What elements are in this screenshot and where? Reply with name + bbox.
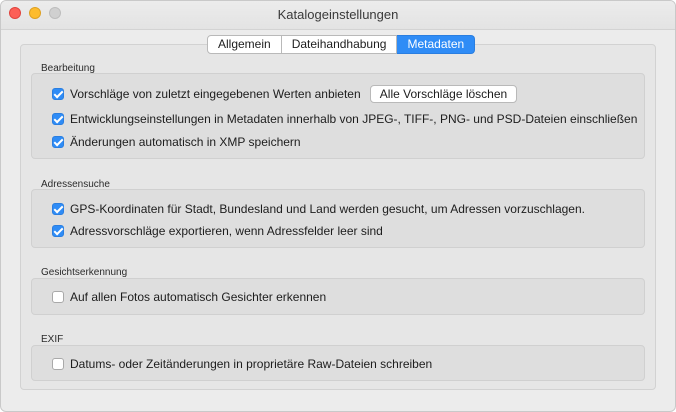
group-gesichtserkennung: Auf allen Fotos automatisch Gesichter er… [31, 278, 645, 315]
title-bar[interactable]: Katalogeinstellungen [1, 1, 675, 30]
tab-allgemein[interactable]: Allgemein [207, 35, 282, 54]
checkbox-label-develop-settings: Entwicklungseinstellungen in Metadaten i… [70, 112, 638, 126]
checkbox-row-export-address[interactable]: Adressvorschläge exportieren, wenn Adres… [52, 223, 383, 239]
checkbox-raw-date[interactable] [52, 358, 64, 370]
checkbox-suggestions[interactable] [52, 88, 64, 100]
checkbox-label-auto-xmp: Änderungen automatisch in XMP speichern [70, 135, 301, 149]
checkbox-gps-lookup[interactable] [52, 203, 64, 215]
section-label-exif: EXIF [41, 334, 64, 345]
checkbox-auto-xmp[interactable] [52, 136, 64, 148]
checkbox-export-address[interactable] [52, 225, 64, 237]
checkbox-label-suggestions: Vorschläge von zuletzt eingegebenen Wert… [70, 87, 361, 101]
group-bearbeitung: Vorschläge von zuletzt eingegebenen Wert… [31, 73, 645, 159]
group-adressensuche: GPS-Koordinaten für Stadt, Bundesland un… [31, 189, 645, 248]
checkbox-row-raw-date[interactable]: Datums- oder Zeitänderungen in proprietä… [52, 356, 432, 372]
checkbox-row-face-detection[interactable]: Auf allen Fotos automatisch Gesichter er… [52, 289, 326, 305]
checkbox-label-raw-date: Datums- oder Zeitänderungen in proprietä… [70, 357, 433, 371]
checkbox-row-auto-xmp[interactable]: Änderungen automatisch in XMP speichern [52, 134, 301, 150]
window-title: Katalogeinstellungen [277, 7, 399, 22]
checkbox-row-suggestions[interactable]: Vorschläge von zuletzt eingegebenen Wert… [52, 86, 361, 102]
checkbox-face-detection[interactable] [52, 291, 64, 303]
section-label-gesichtserkennung: Gesichtserkennung [41, 267, 128, 278]
tab-bar: Allgemein Dateihandhabung Metadaten [207, 35, 476, 54]
checkbox-row-gps-lookup[interactable]: GPS-Koordinaten für Stadt, Bundesland un… [52, 201, 585, 217]
checkbox-row-develop-settings[interactable]: Entwicklungseinstellungen in Metadaten i… [52, 111, 637, 127]
tab-metadaten[interactable]: Metadaten [397, 35, 476, 54]
checkbox-label-face-detection: Auf allen Fotos automatisch Gesichter er… [70, 290, 327, 304]
checkbox-label-gps-lookup: GPS-Koordinaten für Stadt, Bundesland un… [70, 202, 585, 216]
checkbox-develop-settings[interactable] [52, 113, 64, 125]
preferences-window: Katalogeinstellungen Allgemein Dateihand… [0, 0, 676, 412]
tab-dateihandhabung[interactable]: Dateihandhabung [281, 35, 398, 54]
checkbox-label-export-address: Adressvorschläge exportieren, wenn Adres… [70, 224, 383, 238]
clear-suggestions-button[interactable]: Alle Vorschläge löschen [370, 85, 517, 103]
group-exif: Datums- oder Zeitänderungen in proprietä… [31, 345, 645, 381]
